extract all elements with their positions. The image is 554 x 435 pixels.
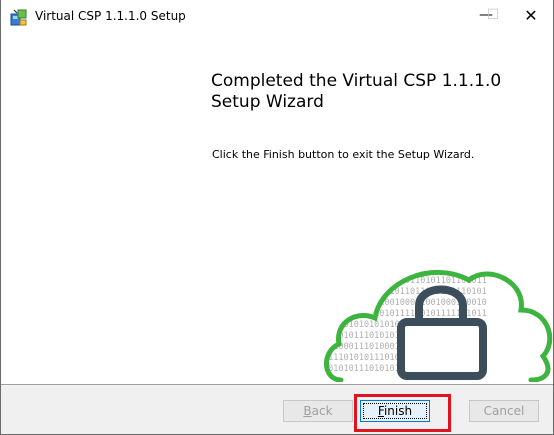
close-icon: ✕ bbox=[524, 6, 538, 25]
window-title: Virtual CSP 1.1.1.0 Setup bbox=[35, 9, 186, 23]
cancel-button[interactable]: Cancel bbox=[469, 400, 539, 422]
setup-window: Virtual CSP 1.1.1.0 Setup — ☐ ✕ Complete… bbox=[0, 0, 554, 435]
close-button[interactable]: ✕ bbox=[508, 0, 554, 31]
back-label: ack bbox=[311, 404, 333, 418]
back-button[interactable]: Back bbox=[283, 400, 353, 422]
wizard-body-text: Click the Finish button to exit the Setu… bbox=[212, 148, 475, 161]
installer-icon bbox=[10, 9, 27, 26]
title-bar[interactable]: Virtual CSP 1.1.1.0 Setup — ☐ ✕ bbox=[1, 0, 553, 31]
finish-highlight-box bbox=[354, 394, 451, 432]
maximize-button[interactable]: ☐ bbox=[478, 0, 508, 31]
wizard-heading: Completed the Virtual CSP 1.1.1.0 Setup … bbox=[211, 71, 502, 112]
maximize-icon: ☐ bbox=[486, 7, 500, 23]
cloud-lock-illustration: 10101010101010101010101010101010 0110101… bbox=[323, 265, 553, 382]
back-mnemonic: B bbox=[303, 404, 312, 418]
binary-line: 10101010101010101010101010101010 bbox=[323, 265, 487, 275]
